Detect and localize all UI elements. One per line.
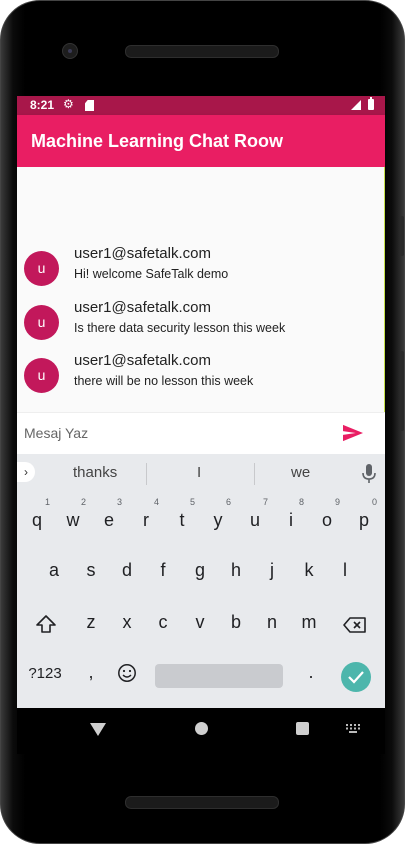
shift-icon[interactable]: [35, 614, 57, 634]
composer-bar: Mesaj Yaz: [17, 412, 385, 455]
avatar: u: [24, 305, 59, 340]
soft-keyboard: › thanks I we 1q 2w 3e 4r 5t 6y 7u 8i 9o…: [17, 454, 385, 708]
gear-icon: ⚙: [63, 97, 74, 111]
enter-key[interactable]: [341, 662, 371, 692]
key-z[interactable]: z: [76, 602, 106, 642]
suggestion-word[interactable]: thanks: [73, 464, 117, 481]
message-text: Hi! welcome SafeTalk demo: [74, 267, 229, 281]
top-speaker: [125, 45, 279, 58]
key-c[interactable]: c: [148, 602, 178, 642]
key-b[interactable]: b: [221, 602, 251, 642]
back-icon[interactable]: [90, 723, 106, 736]
bottom-speaker: [125, 796, 279, 809]
key-f[interactable]: f: [148, 550, 178, 590]
recents-icon[interactable]: [296, 722, 309, 735]
key-u[interactable]: 7u: [240, 497, 270, 540]
home-icon[interactable]: [195, 722, 208, 735]
key-a[interactable]: a: [39, 550, 69, 590]
period-key[interactable]: .: [301, 652, 321, 692]
message-text: Is there data security lesson this week: [74, 321, 286, 335]
key-m[interactable]: m: [294, 602, 324, 642]
key-k[interactable]: k: [294, 550, 324, 590]
space-bar[interactable]: [155, 664, 283, 688]
key-w[interactable]: 2w: [58, 497, 88, 540]
key-o[interactable]: 9o: [312, 497, 342, 540]
app-bar: Machine Learning Chat Roow: [17, 115, 385, 167]
check-icon: [348, 671, 364, 684]
message-text: there will be no lesson this week: [74, 374, 254, 388]
key-l[interactable]: l: [330, 550, 360, 590]
key-x[interactable]: x: [112, 602, 142, 642]
comma-key[interactable]: ,: [81, 652, 101, 692]
key-i[interactable]: 8i: [276, 497, 306, 540]
message-sender: user1@safetalk.com: [74, 245, 211, 262]
chevron-right-icon[interactable]: ›: [17, 462, 35, 482]
symbols-key[interactable]: ?123: [23, 654, 67, 694]
power-button: [400, 216, 404, 256]
message-item[interactable]: u user1@safetalk.com Is there data secur…: [17, 299, 377, 355]
key-e[interactable]: 3e: [94, 497, 124, 540]
key-s[interactable]: s: [76, 550, 106, 590]
key-h[interactable]: h: [221, 550, 251, 590]
message-item[interactable]: u user1@safetalk.com there will be no le…: [17, 352, 377, 408]
key-t[interactable]: 5t: [167, 497, 197, 540]
emoji-icon[interactable]: [117, 663, 137, 683]
key-j[interactable]: j: [257, 550, 287, 590]
front-camera: [62, 43, 78, 59]
backspace-icon[interactable]: [343, 616, 367, 634]
screen: 8:21 ⚙ Machine Learning Chat Roow u user…: [17, 96, 385, 708]
status-bar: 8:21 ⚙: [17, 96, 385, 115]
message-sender: user1@safetalk.com: [74, 352, 211, 369]
mic-icon[interactable]: [360, 463, 378, 485]
key-y[interactable]: 6y: [203, 497, 233, 540]
suggestion-word[interactable]: I: [197, 464, 201, 481]
avatar: u: [24, 251, 59, 286]
message-list[interactable]: u user1@safetalk.com Hi! welcome SafeTal…: [17, 167, 385, 412]
suggestion-divider: [254, 463, 255, 485]
suggestion-divider: [146, 463, 147, 485]
battery-icon: [368, 97, 374, 110]
key-p[interactable]: 0p: [349, 497, 379, 540]
suggestion-strip: › thanks I we: [17, 454, 385, 492]
key-g[interactable]: g: [185, 550, 215, 590]
sd-card-icon: [85, 100, 94, 111]
key-d[interactable]: d: [112, 550, 142, 590]
message-sender: user1@safetalk.com: [74, 299, 211, 316]
signal-icon: [351, 100, 361, 110]
keyboard-switch-icon[interactable]: [346, 724, 360, 733]
message-input[interactable]: Mesaj Yaz: [24, 425, 88, 441]
suggestion-word[interactable]: we: [291, 464, 310, 481]
key-v[interactable]: v: [185, 602, 215, 642]
avatar: u: [24, 358, 59, 393]
message-item[interactable]: u user1@safetalk.com Hi! welcome SafeTal…: [17, 245, 377, 301]
key-q[interactable]: 1q: [22, 497, 52, 540]
system-nav-bar: [17, 708, 385, 754]
key-r[interactable]: 4r: [131, 497, 161, 540]
key-n[interactable]: n: [257, 602, 287, 642]
page-title: Machine Learning Chat Roow: [31, 131, 284, 151]
status-time: 8:21: [30, 98, 55, 112]
volume-button: [400, 351, 404, 431]
send-icon[interactable]: [342, 423, 364, 443]
